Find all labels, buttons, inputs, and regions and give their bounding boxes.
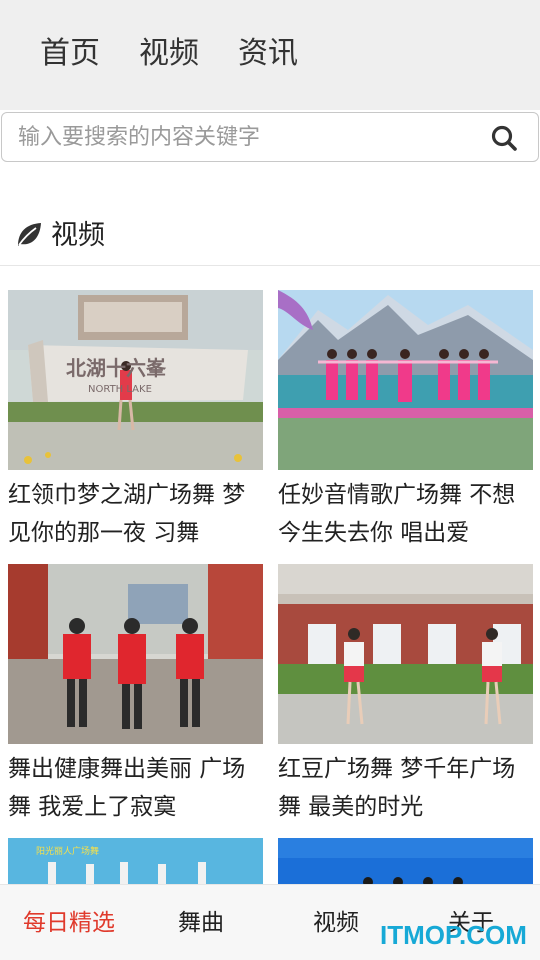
search-bar xyxy=(1,112,539,162)
video-caption[interactable]: 舞出健康舞出美丽 广场舞 我爱上了寂寞 xyxy=(8,750,268,820)
tab-news[interactable]: 资讯 xyxy=(238,34,298,74)
top-nav: 首页 视频 资讯 xyxy=(0,0,540,110)
video-thumbnail[interactable] xyxy=(278,290,533,470)
video-caption[interactable]: 红领巾梦之湖广场舞 梦见你的那一夜 习舞 xyxy=(8,476,268,546)
video-thumbnail[interactable] xyxy=(278,564,533,744)
thumb-overlay-text: 北湖十六峯 xyxy=(66,356,167,380)
section-title: 视频 xyxy=(51,220,105,251)
leaf-icon xyxy=(18,223,41,246)
search-input[interactable] xyxy=(18,121,478,153)
bottom-tab-daily-picks[interactable]: 每日精选 xyxy=(23,907,115,939)
search-icon[interactable] xyxy=(490,124,518,152)
thumb-overlay-text: 阳光丽人广场舞 xyxy=(36,845,99,857)
video-caption[interactable]: 红豆广场舞 梦千年广场舞 最美的时光 xyxy=(278,750,538,820)
tab-home[interactable]: 首页 xyxy=(40,34,100,74)
section-header: 视频 xyxy=(0,210,540,266)
video-thumbnail[interactable]: 阳光丽人广场舞 xyxy=(8,838,263,884)
bottom-tab-dance-music[interactable]: 舞曲 xyxy=(178,907,224,939)
video-thumbnail[interactable] xyxy=(8,564,263,744)
bottom-tab-video[interactable]: 视频 xyxy=(313,907,359,939)
tab-video[interactable]: 视频 xyxy=(139,34,199,74)
video-caption[interactable]: 任妙音情歌广场舞 不想今生失去你 唱出爱 xyxy=(278,476,538,546)
watermark-logo: ITMOP.COM xyxy=(380,920,527,950)
video-thumbnail[interactable]: 北湖十六峯 NORTH LAKE xyxy=(8,290,263,470)
thumb-overlay-badge: NORTH LAKE xyxy=(88,384,152,395)
video-thumbnail[interactable] xyxy=(278,838,533,884)
